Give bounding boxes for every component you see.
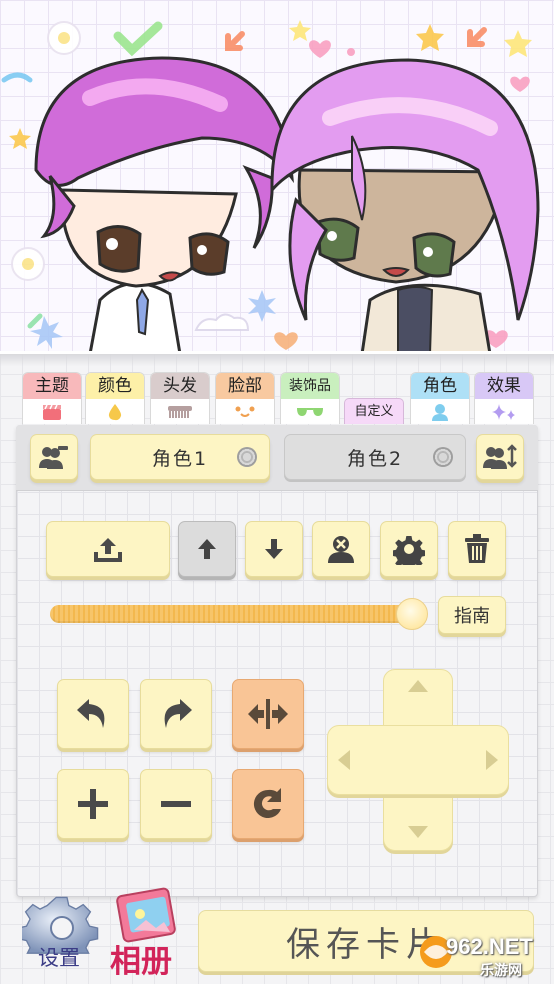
redo-icon (164, 699, 192, 728)
tab-accessories[interactable]: 装饰品 (280, 372, 340, 424)
guide-button[interactable]: 指南 (438, 596, 506, 634)
gear-icon (393, 536, 425, 565)
delete-button[interactable] (448, 521, 506, 577)
character-2-label: 角色2 (346, 447, 404, 470)
smile-icon (232, 403, 258, 421)
character-order-button[interactable] (476, 434, 524, 480)
tab-face[interactable]: 脸部 (215, 372, 275, 424)
tab-hair[interactable]: 头发 (150, 372, 210, 424)
tab-theme-label: 主题 (23, 373, 81, 399)
settings-button[interactable] (380, 521, 438, 577)
arrow-down-icon (265, 539, 283, 559)
undo-icon (77, 699, 105, 728)
dpad-down-button[interactable] (396, 816, 440, 846)
character-1-gear-icon (237, 447, 257, 467)
tab-character[interactable]: 角色 (410, 372, 470, 424)
tab-color-label: 颜色 (86, 373, 144, 399)
reset-rotate-icon (253, 788, 281, 818)
tab-accessories-label: 装饰品 (281, 373, 339, 399)
zoom-out-button[interactable] (140, 769, 212, 839)
tab-effects[interactable]: 效果 (474, 372, 534, 424)
scene-divider (0, 354, 554, 366)
character-list-button[interactable] (30, 434, 78, 480)
dpad-up-button[interactable] (396, 672, 440, 702)
character-2-gear-icon (433, 447, 453, 467)
reset-button[interactable] (232, 769, 304, 839)
remove-character-button[interactable] (312, 521, 370, 577)
triangle-down-icon (408, 826, 428, 838)
tab-character-label: 角色 (411, 373, 469, 399)
tab-effects-label: 效果 (475, 373, 533, 399)
album-label: 相册 (110, 944, 172, 980)
triangle-up-icon (408, 680, 428, 692)
tab-face-label: 脸部 (216, 373, 274, 399)
tab-color[interactable]: 颜色 (85, 372, 145, 424)
tab-hair-label: 头发 (151, 373, 209, 399)
dpad-left-button[interactable] (330, 738, 360, 782)
settings-label: 设置 (38, 946, 80, 970)
undo-button[interactable] (57, 679, 129, 749)
dpad-right-button[interactable] (476, 738, 506, 782)
remove-person-icon (328, 536, 354, 563)
character-2 (270, 58, 540, 351)
character-1-label: 角色1 (151, 447, 209, 470)
zoom-in-button[interactable] (57, 769, 129, 839)
move-layer-down-button[interactable] (245, 521, 303, 577)
tab-custom[interactable]: 自定义 (344, 398, 404, 424)
flip-horizontal-icon (248, 699, 288, 729)
triangle-right-icon (486, 750, 498, 770)
move-layer-up-button[interactable] (178, 521, 236, 577)
settings-nav-button[interactable]: 设置 (22, 892, 102, 978)
triangle-left-icon (338, 750, 350, 770)
album-nav-button[interactable]: 相册 (106, 886, 190, 980)
people-swap-icon (483, 444, 517, 469)
arrow-up-icon (198, 539, 216, 559)
clapperboard-icon (41, 403, 63, 421)
minus-icon (161, 801, 191, 807)
trash-icon (465, 534, 489, 563)
guide-label: 指南 (454, 606, 490, 627)
size-slider-handle[interactable] (396, 598, 428, 630)
comb-icon (167, 403, 193, 421)
dpad-center (384, 726, 452, 794)
watermark-brand: 962.NET (446, 934, 533, 959)
sparkle-icon (490, 403, 518, 421)
person-icon (430, 403, 450, 421)
people-menu-icon (39, 446, 68, 469)
glasses-icon (295, 403, 325, 421)
export-button[interactable] (46, 521, 170, 577)
site-watermark: 962.NET 乐游网 (416, 932, 550, 982)
flip-button[interactable] (232, 679, 304, 749)
character-2-tab[interactable]: 角色2 (284, 434, 466, 480)
tab-theme[interactable]: 主题 (22, 372, 82, 424)
color-drop-icon (107, 403, 123, 421)
upload-icon (94, 538, 122, 562)
size-slider-track[interactable] (50, 605, 412, 623)
scene-artwork (1, 20, 540, 351)
character-preview-scene[interactable] (0, 0, 554, 354)
watermark-sub: 乐游网 (480, 962, 522, 978)
plus-icon (78, 789, 108, 819)
redo-button[interactable] (140, 679, 212, 749)
character-1-tab[interactable]: 角色1 (90, 434, 270, 480)
